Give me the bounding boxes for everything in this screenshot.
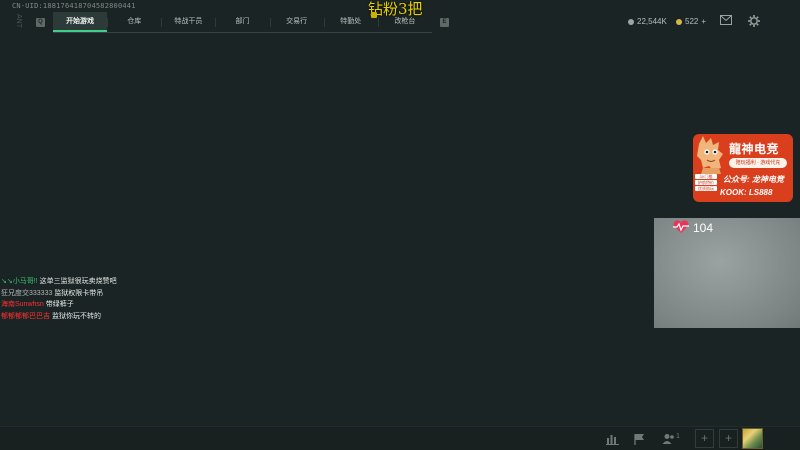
- tab-operators[interactable]: 特战干员: [161, 12, 215, 32]
- chat-user: ↘↘小马哥!!: [1, 278, 38, 285]
- sponsor-kook: KOOK: LS888: [720, 188, 773, 197]
- avatar[interactable]: [742, 428, 763, 449]
- sponsor-tag: 优质陪玩: [695, 186, 717, 191]
- chat-user: 海南Sunwhsn: [1, 301, 44, 309]
- gear-icon[interactable]: [747, 15, 761, 28]
- tab-start-game[interactable]: 开始游戏: [53, 12, 108, 32]
- danmaku-chat: ↘↘小马哥!! 这单三监狱很玩卖烧赞吧 狂兄度交333333 监狱权限卡带吊 海…: [1, 276, 117, 323]
- add-gold-button[interactable]: +: [701, 17, 706, 26]
- viewer-count: 104: [693, 221, 714, 235]
- chat-message: ↘↘小马哥!! 这单三监狱很玩卖烧赞吧: [1, 276, 117, 288]
- team-icon[interactable]: [662, 432, 675, 444]
- silver-coin-icon: [628, 18, 634, 25]
- gold-currency[interactable]: 522 +: [676, 17, 706, 26]
- bottom-bar: [0, 426, 800, 450]
- invite-slot-button[interactable]: +: [695, 429, 714, 448]
- silver-amount: 22,544K: [637, 17, 667, 26]
- sponsor-title: 龍神电竞: [729, 142, 780, 156]
- chat-user: 狂兄度交333333: [1, 289, 53, 297]
- chat-user: 郁郁郁郁巴巴吉: [1, 313, 50, 321]
- heartbeat-icon: [673, 220, 689, 233]
- invite-slot-button[interactable]: +: [719, 429, 738, 448]
- flag-icon[interactable]: [633, 432, 646, 445]
- sponsor-tag: 护航特价: [695, 180, 717, 185]
- stats-icon[interactable]: [606, 432, 619, 445]
- sponsor-banner: 龍神电竞 陪玩福利 · 游戏代充 3X门槛 护航特价 优质陪玩 公众号: 龙神电…: [693, 134, 793, 202]
- gold-coin-icon: [676, 18, 682, 25]
- sponsor-tag: 3X门槛: [695, 174, 717, 179]
- team-count: 1: [676, 433, 680, 440]
- player-uid: CN-UID:188176418704582800441: [12, 2, 136, 10]
- chat-message: 狂兄度交333333 监狱权限卡带吊: [1, 288, 117, 300]
- sponsor-tags: 3X门槛 护航特价 优质陪玩: [695, 174, 717, 191]
- tab-departments[interactable]: 部门: [215, 12, 269, 32]
- chat-text: 监狱你玩不转的: [51, 313, 101, 321]
- chat-text: 带绿裤子: [45, 301, 74, 309]
- tab-warehouse[interactable]: 仓库: [107, 12, 161, 32]
- sponsor-slogan: 陪玩福利 · 游戏代充: [729, 158, 787, 168]
- main-nav: 开始游戏 仓库 特战干员 部门 交易行 特勤处 改枪台: [53, 12, 432, 33]
- gold-amount: 522: [685, 17, 699, 26]
- nav-prev-key[interactable]: Q: [36, 18, 45, 27]
- nav-next-key[interactable]: E: [440, 18, 449, 27]
- chat-message: 郁郁郁郁巴巴吉 监狱你玩不转的: [1, 311, 117, 323]
- mail-icon[interactable]: [719, 15, 733, 28]
- tab-gunsmith[interactable]: 改枪台: [377, 12, 432, 32]
- streamer-webcam: [654, 218, 800, 328]
- tab-market[interactable]: 交易行: [269, 12, 324, 32]
- side-watermark: ANT: [15, 14, 22, 28]
- chat-message: 海南Sunwhsn 带绿裤子: [1, 299, 117, 311]
- silver-currency: 22,544K: [628, 17, 667, 26]
- sponsor-wechat: 公众号: 龙神电竞: [723, 175, 784, 184]
- chat-text: 这单三监狱很玩卖烧赞吧: [39, 278, 117, 285]
- chat-text: 监狱权限卡带吊: [54, 289, 104, 297]
- tab-special-ops[interactable]: 特勤处: [323, 12, 378, 32]
